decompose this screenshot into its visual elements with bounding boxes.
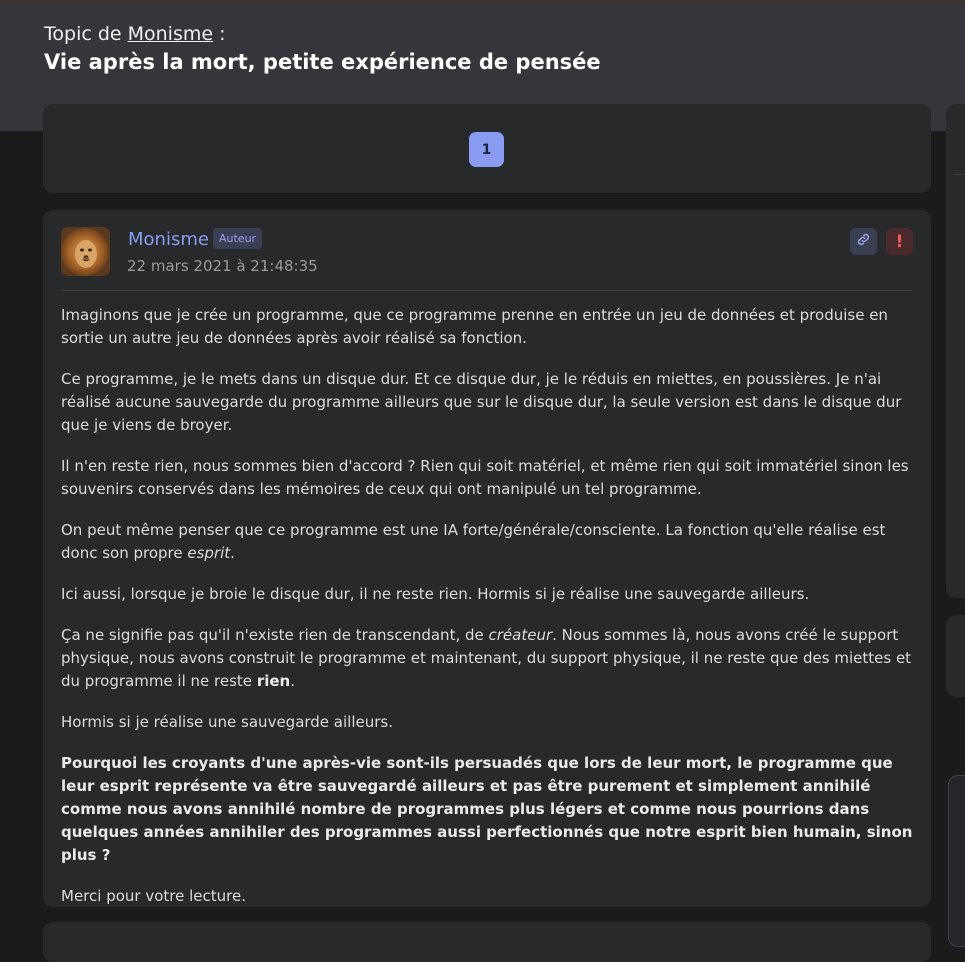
permalink-button[interactable] (850, 228, 877, 255)
strong-text: rien (256, 672, 291, 690)
topic-title: Vie après la mort, petite expérience de … (44, 50, 601, 74)
post-paragraph: Ici aussi, lorsque je broie le disque du… (61, 585, 810, 603)
strong-text: Pourquoi les croyants d'une après-vie so… (61, 754, 913, 864)
post-paragraph: Ce programme, je le mets dans un disque … (61, 370, 902, 434)
post-author-name[interactable]: Monisme (128, 229, 209, 250)
post-body: Imaginons que je crée un programme, que … (61, 304, 913, 926)
alert-icon: ! (895, 231, 904, 252)
post-header-divider (61, 290, 912, 291)
post-timestamp: 22 mars 2021 à 21:48:35 (127, 257, 318, 275)
sidebar-card (946, 104, 965, 598)
post-paragraph: Merci pour votre lecture. (61, 887, 246, 905)
page-button-current[interactable]: 1 (469, 132, 504, 167)
post-paragraph: Il n'en reste rien, nous sommes bien d'a… (61, 457, 909, 498)
lion-avatar[interactable] (61, 227, 110, 276)
topic-prefix: Topic de (44, 23, 122, 45)
emphasis-text: créateur (488, 626, 553, 644)
next-post-card (43, 922, 931, 962)
topic-suffix: : (213, 23, 226, 45)
report-button[interactable]: ! (886, 228, 913, 255)
post-paragraph-bold: Pourquoi les croyants d'une après-vie so… (61, 752, 913, 867)
pagination-card: 1 (43, 104, 931, 193)
author-badge: Auteur (213, 228, 263, 249)
post-paragraph: Hormis si je réalise une sauvegarde aill… (61, 713, 393, 731)
text-run: . (230, 544, 235, 562)
topic-author-link[interactable]: Monisme (128, 23, 213, 45)
text-run: On peut même penser que ce programme est… (61, 521, 886, 562)
sidebar-card-secondary (946, 615, 965, 697)
sidebar-card-tertiary (948, 775, 965, 947)
topic-author-line: Topic de Monisme : (44, 23, 226, 45)
emphasis-text: esprit (187, 544, 231, 562)
sidebar-divider (954, 174, 965, 175)
link-icon (856, 232, 871, 251)
text-run: . (290, 672, 295, 690)
post-paragraph: Imaginons que je crée un programme, que … (61, 306, 888, 347)
post-paragraph: On peut même penser que ce programme est… (61, 519, 913, 565)
post-paragraph: Ça ne signifie pas qu'il n'existe rien d… (61, 624, 913, 693)
text-run: Ça ne signifie pas qu'il n'existe rien d… (61, 626, 489, 644)
post-card: Monisme Auteur 22 mars 2021 à 21:48:35 !… (43, 210, 931, 907)
